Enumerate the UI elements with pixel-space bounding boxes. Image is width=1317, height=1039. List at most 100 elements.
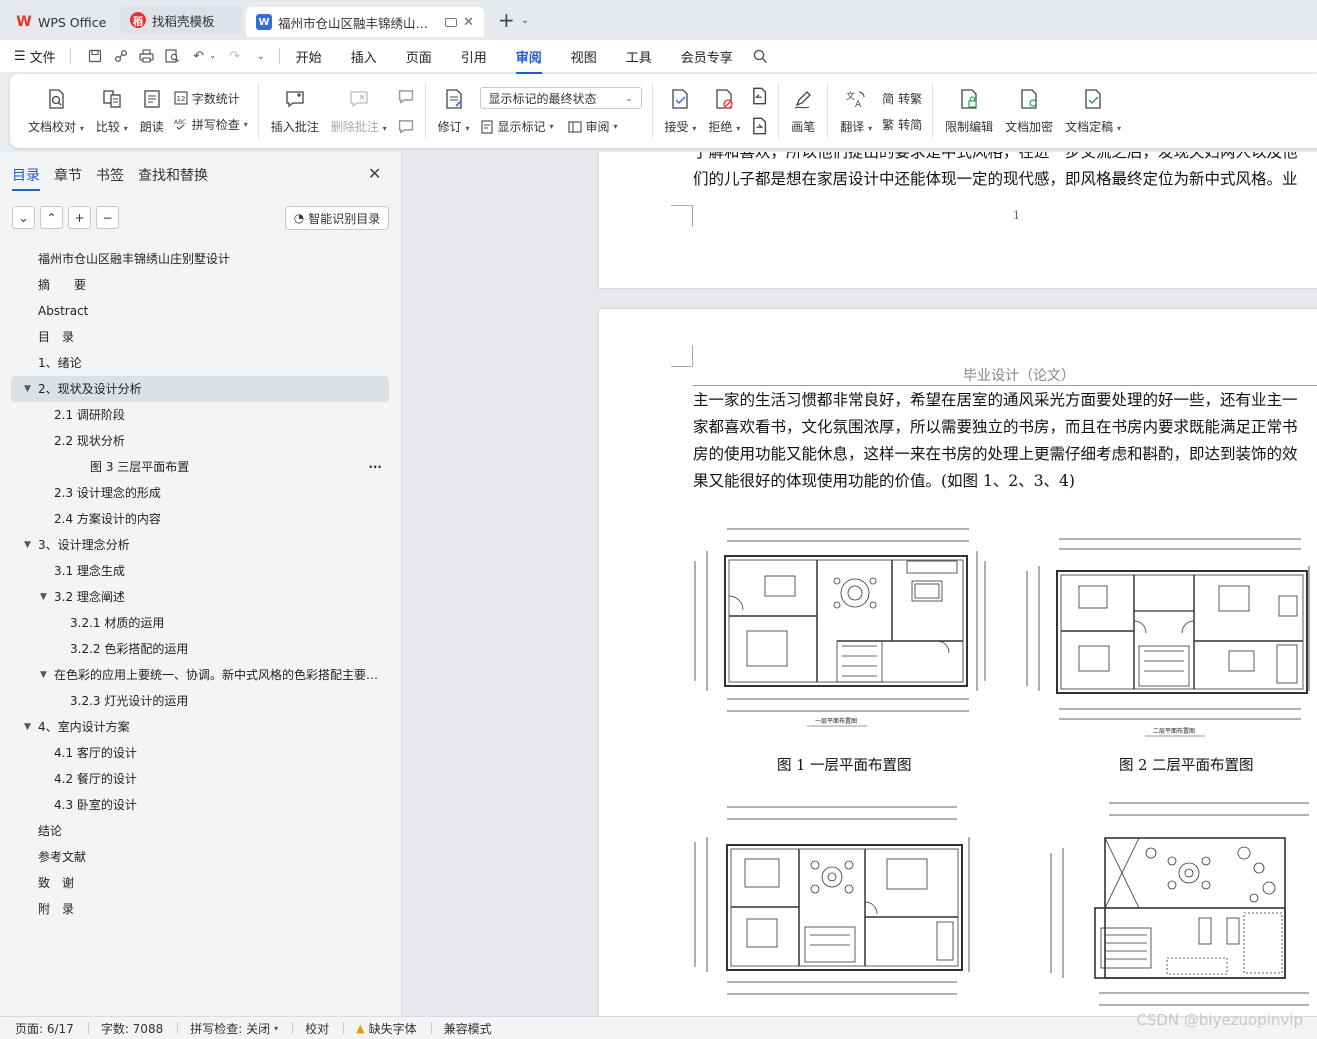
tab-page[interactable]: 页面 <box>406 47 432 66</box>
restrict-edit-button[interactable]: 限制编辑 <box>939 79 999 143</box>
expand-arrow-icon[interactable]: ▼ <box>40 662 47 688</box>
expand-arrow-icon[interactable]: ▼ <box>24 376 31 402</box>
to-traditional-button[interactable]: 简 转繁 <box>882 90 922 107</box>
toc-item[interactable]: 1、绪论 <box>0 350 402 376</box>
toc-item[interactable]: ▼ 3、设计理念分析 <box>0 532 402 558</box>
tab-toc[interactable]: 目录 <box>12 165 40 191</box>
print-preview-icon[interactable] <box>165 48 181 64</box>
save-icon[interactable] <box>87 48 103 64</box>
toc-item[interactable]: ▼ 3.2 理念阐述 <box>0 584 402 610</box>
toc-item[interactable]: 结论 <box>0 818 402 844</box>
close-icon[interactable]: ✕ <box>368 164 381 183</box>
show-markup-button[interactable]: 显示标记 ▾ <box>480 118 554 135</box>
word-count-indicator[interactable]: 字数: 7088 <box>101 1020 163 1037</box>
tab-start[interactable]: 开始 <box>296 47 322 66</box>
toc-item[interactable]: 图 3 三层平面布置 ··· <box>0 454 402 480</box>
toc-item[interactable]: 摘 要 <box>0 272 402 298</box>
toc-item[interactable]: 致 谢 <box>0 870 402 896</box>
toc-item[interactable]: 3.1 理念生成 <box>0 558 402 584</box>
expand-arrow-icon[interactable]: ▼ <box>24 714 31 740</box>
print-icon[interactable] <box>139 48 155 64</box>
toc-item[interactable]: 4.1 客厅的设计 <box>0 740 402 766</box>
word-count-button[interactable]: 12 字数统计 <box>174 90 248 107</box>
redo-icon[interactable]: ↷ <box>227 48 243 64</box>
toc-item[interactable]: 2.2 现状分析 <box>0 428 402 454</box>
next-change-icon[interactable] <box>750 117 768 135</box>
tab-tools[interactable]: 工具 <box>626 47 652 66</box>
toc-item[interactable]: 4.2 餐厅的设计 <box>0 766 402 792</box>
spell-check-button[interactable]: ABC 拼写检查 ▾ <box>174 116 248 133</box>
remove-icon[interactable]: − <box>96 206 119 229</box>
paragraph-line: 们的儿子都是想在家居设计中还能体现一定的现代感，即风格最终定位为新中式风格。业 <box>693 170 1298 188</box>
finalize-button[interactable]: 文档定稿 ▾ <box>1059 79 1127 143</box>
toc-item[interactable]: 参考文献 <box>0 844 402 870</box>
proofread-indicator[interactable]: 校对 <box>305 1020 329 1037</box>
toc-item-label: 2.4 方案设计的内容 <box>54 512 161 526</box>
toc-item[interactable]: 4.3 卧室的设计 <box>0 792 402 818</box>
encrypt-button[interactable]: 文档加密 <box>999 79 1059 143</box>
review-pane-button[interactable]: 审阅 ▾ <box>567 118 618 135</box>
tab-find-replace[interactable]: 查找和替换 <box>138 165 208 191</box>
reject-button[interactable]: 拒绝 ▾ <box>702 79 746 143</box>
file-menu[interactable]: ☰ 文件 <box>14 47 56 66</box>
compat-mode-indicator[interactable]: 兼容模式 <box>444 1020 492 1037</box>
toc-item[interactable]: 目 录 <box>0 324 402 350</box>
doc-check-button[interactable]: 文档校对 ▾ <box>22 79 90 143</box>
collapse-icon[interactable]: ⌃ <box>40 206 63 229</box>
document-canvas[interactable]: 了解和喜欢，所以他们提出的要求是中式风格，在进一步交流之后，发现夫妇两人以及他 … <box>403 152 1317 1016</box>
page-indicator[interactable]: 页面: 6/17 <box>15 1020 74 1037</box>
toc-item[interactable]: 2.1 调研阶段 <box>0 402 402 428</box>
compare-button[interactable]: 比较 ▾ <box>90 79 134 143</box>
pen-button[interactable]: 画笔 <box>785 79 821 143</box>
toc-item[interactable]: 3.2.1 材质的运用 <box>0 610 402 636</box>
expand-arrow-icon[interactable]: ▼ <box>40 584 47 610</box>
toc-item[interactable]: ▼ 4、室内设计方案 <box>0 714 402 740</box>
spell-check-indicator[interactable]: 拼写检查: 关闭 ▾ <box>190 1020 278 1037</box>
toc-item[interactable]: 2.3 设计理念的形成 <box>0 480 402 506</box>
read-aloud-button[interactable]: 朗读 <box>134 79 170 143</box>
insert-comment-button[interactable]: 插入批注 <box>265 79 325 143</box>
toc-item[interactable]: ▼ 在色彩的应用上要统一、协调。新中式风格的色彩搭配主要… <box>0 662 402 688</box>
tab-review[interactable]: 审阅 <box>515 47 542 74</box>
tab-insert[interactable]: 插入 <box>351 47 377 66</box>
chevron-down-icon[interactable]: ⌄ <box>253 48 269 64</box>
chevron-down-icon[interactable]: ⌄ <box>521 15 529 26</box>
share-icon[interactable] <box>113 48 129 64</box>
delete-comment-button[interactable]: 删除批注 ▾ <box>325 79 393 143</box>
translate-button[interactable]: 文A 翻译 ▾ <box>834 79 878 143</box>
tab-chapters[interactable]: 章节 <box>54 165 82 191</box>
prev-change-icon[interactable] <box>750 87 768 105</box>
toc-item[interactable]: Abstract <box>0 298 402 324</box>
toc-item[interactable]: 3.2.3 灯光设计的运用 <box>0 688 402 714</box>
smart-toc-button[interactable]: ◔ 智能识别目录 <box>285 206 389 230</box>
next-comment-icon[interactable] <box>397 117 415 135</box>
tab-bookmarks[interactable]: 书签 <box>96 165 124 191</box>
chevron-down-icon[interactable]: ⌄ <box>209 48 217 64</box>
toc-item[interactable]: 2.4 方案设计的内容 <box>0 506 402 532</box>
tab-member[interactable]: 会员专享 <box>681 47 733 66</box>
more-icon[interactable]: ··· <box>368 454 382 480</box>
tab-reference[interactable]: 引用 <box>461 47 487 66</box>
toc-item[interactable]: 福州市仓山区融丰锦绣山庄别墅设计 <box>0 246 402 272</box>
toc-item[interactable]: 3.2.2 色彩搭配的运用 <box>0 636 402 662</box>
expand-arrow-icon[interactable]: ▼ <box>24 532 31 558</box>
tab-view[interactable]: 视图 <box>571 47 597 66</box>
search-icon[interactable] <box>753 48 769 64</box>
prev-comment-icon[interactable] <box>397 87 415 105</box>
add-icon[interactable]: + <box>68 206 91 229</box>
tab-document[interactable]: W 福州市仓山区融丰锦绣山庄别墅 ✕ <box>246 7 484 37</box>
markup-state-select[interactable]: 显示标记的最终状态 ⌄ <box>479 87 642 109</box>
revise-button[interactable]: 修订 ▾ <box>432 79 476 143</box>
tab-wps-office[interactable]: W WPS Office <box>6 7 118 37</box>
new-tab-icon[interactable]: + <box>498 8 515 32</box>
toc-item[interactable]: ▼ 2、现状及设计分析 <box>11 376 389 402</box>
toc-item[interactable]: 附 录 <box>0 896 402 922</box>
undo-icon[interactable]: ↶ <box>191 48 207 64</box>
tab-template-store[interactable]: 稻 找稻壳模板 <box>120 6 242 34</box>
close-icon[interactable]: ✕ <box>463 15 474 30</box>
missing-font-indicator[interactable]: ▲ 缺失字体 <box>356 1020 416 1037</box>
expand-icon[interactable]: ⌄ <box>12 206 35 229</box>
monitor-icon[interactable] <box>445 17 458 27</box>
accept-button[interactable]: 接受 ▾ <box>659 79 703 143</box>
to-simplified-button[interactable]: 繁 转简 <box>882 116 922 133</box>
